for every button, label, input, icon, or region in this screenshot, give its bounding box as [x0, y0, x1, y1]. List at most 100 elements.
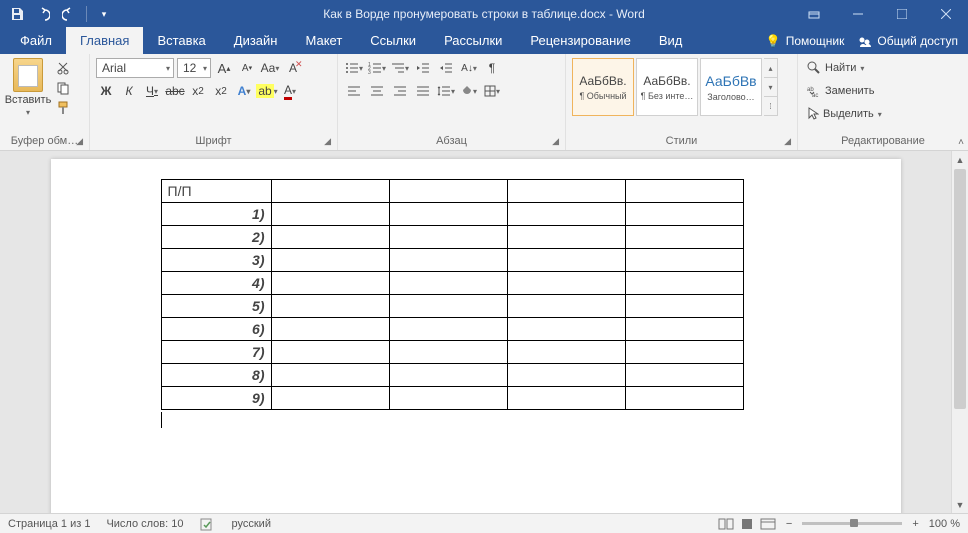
table-cell[interactable] [507, 387, 625, 410]
table-cell[interactable] [271, 387, 389, 410]
dialog-launcher-icon[interactable]: ◢ [76, 136, 83, 147]
read-mode-icon[interactable] [718, 518, 734, 530]
table-cell[interactable] [507, 295, 625, 318]
italic-icon[interactable]: К [119, 81, 139, 101]
grow-font-icon[interactable]: A▴ [214, 58, 234, 78]
underline-icon[interactable]: Ч [142, 81, 162, 101]
increase-indent-icon[interactable] [436, 58, 456, 78]
zoom-level[interactable]: 100 % [929, 518, 960, 530]
highlight-icon[interactable]: ab [257, 81, 277, 101]
table-cell[interactable] [625, 203, 743, 226]
font-color-icon[interactable]: A [280, 81, 300, 101]
change-case-icon[interactable]: Aa [260, 58, 280, 78]
tab-file[interactable]: Файл [6, 27, 66, 54]
print-layout-icon[interactable] [740, 518, 754, 530]
table-cell[interactable]: 3) [161, 249, 271, 272]
table-cell[interactable] [625, 341, 743, 364]
scroll-up-icon[interactable]: ▲ [952, 151, 968, 168]
sort-icon[interactable]: A↓ [459, 58, 479, 78]
table-cell[interactable] [389, 341, 507, 364]
table-cell[interactable] [271, 295, 389, 318]
table-cell[interactable] [271, 180, 389, 203]
ribbon-display-icon[interactable] [792, 0, 836, 28]
table-cell[interactable] [389, 203, 507, 226]
justify-icon[interactable] [413, 81, 433, 101]
zoom-in-icon[interactable]: + [908, 518, 922, 530]
qat-customize-icon[interactable]: ▾ [95, 5, 113, 23]
style-heading1[interactable]: АаБбВв Заголово… [700, 58, 762, 116]
shading-icon[interactable] [459, 81, 479, 101]
table-cell[interactable] [625, 318, 743, 341]
table-cell[interactable]: 1) [161, 203, 271, 226]
table-cell[interactable] [389, 318, 507, 341]
table-cell[interactable] [625, 180, 743, 203]
page-status[interactable]: Страница 1 из 1 [8, 518, 90, 530]
align-center-icon[interactable] [367, 81, 387, 101]
table-cell[interactable] [271, 249, 389, 272]
page[interactable]: П/П 1) 2) 3) 4) 5) 6) 7) 8) 9) [51, 159, 901, 513]
paste-button[interactable]: Вставить ▾ [6, 58, 50, 117]
collapse-ribbon-icon[interactable]: ˄ [958, 137, 964, 148]
save-icon[interactable] [8, 5, 26, 23]
dialog-launcher-icon[interactable]: ◢ [552, 136, 559, 147]
tell-me[interactable]: 💡 Помощник [766, 34, 845, 48]
scroll-thumb[interactable] [954, 169, 966, 409]
table-cell[interactable] [625, 226, 743, 249]
table-cell[interactable] [507, 364, 625, 387]
document-table[interactable]: П/П 1) 2) 3) 4) 5) 6) 7) 8) 9) [161, 179, 744, 410]
table-cell[interactable] [625, 387, 743, 410]
line-spacing-icon[interactable] [436, 81, 456, 101]
tab-design[interactable]: Дизайн [220, 27, 292, 54]
table-cell[interactable] [271, 272, 389, 295]
tab-references[interactable]: Ссылки [356, 27, 430, 54]
tab-view[interactable]: Вид [645, 27, 697, 54]
tab-home[interactable]: Главная [66, 27, 143, 54]
dialog-launcher-icon[interactable]: ◢ [324, 136, 331, 147]
table-cell[interactable] [507, 318, 625, 341]
table-cell[interactable]: 6) [161, 318, 271, 341]
tab-layout[interactable]: Макет [291, 27, 356, 54]
table-cell[interactable] [507, 341, 625, 364]
table-cell[interactable] [271, 341, 389, 364]
superscript-icon[interactable]: x2 [211, 81, 231, 101]
multilevel-list-icon[interactable] [390, 58, 410, 78]
bold-icon[interactable]: Ж [96, 81, 116, 101]
tab-insert[interactable]: Вставка [143, 27, 219, 54]
styles-gallery[interactable]: АаБбВв. ¶ Обычный АаБбВв. ¶ Без инте… Аа… [572, 58, 778, 116]
dialog-launcher-icon[interactable]: ◢ [784, 136, 791, 147]
table-cell[interactable] [625, 364, 743, 387]
table-cell[interactable]: 7) [161, 341, 271, 364]
table-cell[interactable] [271, 226, 389, 249]
table-cell[interactable]: 4) [161, 272, 271, 295]
table-cell[interactable] [271, 203, 389, 226]
scroll-down-icon[interactable]: ▼ [952, 496, 968, 513]
align-left-icon[interactable] [344, 81, 364, 101]
zoom-slider[interactable] [802, 522, 902, 525]
copy-icon[interactable] [54, 80, 72, 96]
proofing-icon[interactable] [200, 517, 216, 531]
redo-icon[interactable] [60, 5, 78, 23]
borders-icon[interactable] [482, 81, 502, 101]
font-size-combo[interactable]: 12 [177, 58, 211, 78]
styles-gallery-more[interactable]: ▴▾⁞ [764, 58, 778, 116]
bullets-icon[interactable] [344, 58, 364, 78]
table-cell[interactable] [389, 272, 507, 295]
find-button[interactable]: Найти [804, 58, 962, 78]
zoom-out-icon[interactable]: − [782, 518, 796, 530]
table-cell[interactable]: П/П [161, 180, 271, 203]
replace-button[interactable]: abac Заменить [804, 81, 962, 101]
decrease-indent-icon[interactable] [413, 58, 433, 78]
table-cell[interactable] [625, 249, 743, 272]
minimize-icon[interactable] [836, 0, 880, 28]
format-painter-icon[interactable] [54, 100, 72, 116]
table-cell[interactable] [507, 180, 625, 203]
clear-formatting-icon[interactable]: A✕ [283, 58, 303, 78]
close-icon[interactable] [924, 0, 968, 28]
table-cell[interactable] [389, 295, 507, 318]
font-name-combo[interactable]: Arial [96, 58, 174, 78]
table-cell[interactable] [389, 364, 507, 387]
language-status[interactable]: русский [232, 518, 271, 530]
table-cell[interactable] [507, 249, 625, 272]
table-cell[interactable] [625, 272, 743, 295]
table-cell[interactable] [271, 364, 389, 387]
